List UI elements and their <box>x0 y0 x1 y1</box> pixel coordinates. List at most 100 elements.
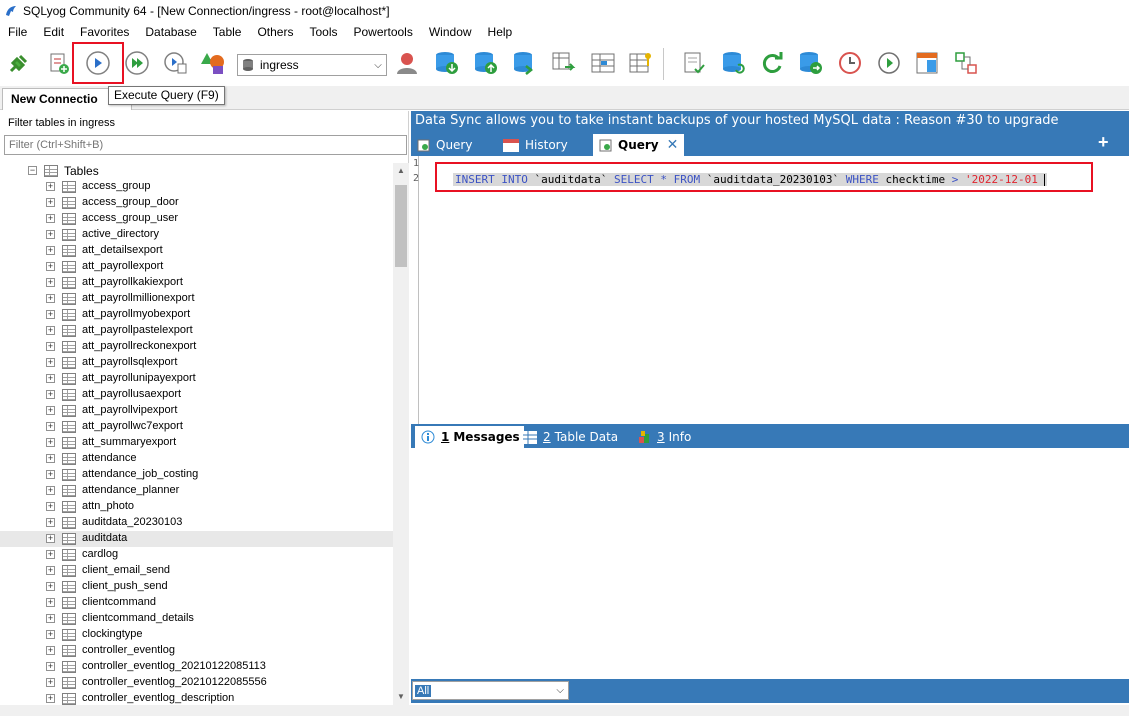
table-row[interactable]: + auditdata <box>0 531 393 547</box>
collapse-icon[interactable]: − <box>28 166 37 175</box>
result-filter-select[interactable]: All ⌵ <box>412 681 569 700</box>
expand-icon[interactable]: + <box>46 486 55 495</box>
menu-tools[interactable]: Tools <box>301 22 345 42</box>
expand-icon[interactable]: + <box>46 182 55 191</box>
expand-icon[interactable]: + <box>46 230 55 239</box>
expand-icon[interactable]: + <box>46 614 55 623</box>
table-row[interactable]: + att_payrollkakiexport <box>0 275 393 291</box>
import-external-button[interactable] <box>549 48 579 78</box>
table-row[interactable]: + att_detailsexport <box>0 243 393 259</box>
table-row[interactable]: + auditdata_20230103 <box>0 515 393 531</box>
menu-database[interactable]: Database <box>137 22 204 42</box>
menu-edit[interactable]: Edit <box>35 22 72 42</box>
expand-icon[interactable]: + <box>46 310 55 319</box>
tab-messages[interactable]: 1 Messages <box>415 426 524 448</box>
filter-tables-input[interactable] <box>4 135 407 155</box>
user-manager-button[interactable] <box>392 48 422 78</box>
new-connection-button[interactable] <box>4 48 34 78</box>
expand-icon[interactable]: + <box>46 358 55 367</box>
expand-icon[interactable]: + <box>46 294 55 303</box>
table-row[interactable]: + controller_eventlog_20210122085556 <box>0 675 393 691</box>
table-row[interactable]: + att_payrollmyobexport <box>0 307 393 323</box>
menu-window[interactable]: Window <box>421 22 480 42</box>
table-row[interactable]: + cardlog <box>0 547 393 563</box>
expand-icon[interactable]: + <box>46 598 55 607</box>
diff-button[interactable] <box>951 48 981 78</box>
table-row[interactable]: + att_payrollsqlexport <box>0 355 393 371</box>
menu-favorites[interactable]: Favorites <box>72 22 137 42</box>
table-row[interactable]: + access_group_user <box>0 211 393 227</box>
refresh-button[interactable] <box>757 48 787 78</box>
tab-query-1[interactable]: Query <box>417 134 472 156</box>
expand-icon[interactable]: + <box>46 198 55 207</box>
expand-icon[interactable]: + <box>46 566 55 575</box>
table-row[interactable]: + attendance_planner <box>0 483 393 499</box>
scroll-thumb[interactable] <box>395 185 407 267</box>
table-row[interactable]: + att_payrollreckonexport <box>0 339 393 355</box>
restore-db-button[interactable] <box>471 48 501 78</box>
table-row[interactable]: + attn_photo <box>0 499 393 515</box>
table-row[interactable]: + att_payrollmillionexport <box>0 291 393 307</box>
table-row[interactable]: + clientcommand <box>0 595 393 611</box>
expand-icon[interactable]: + <box>46 502 55 511</box>
expand-icon[interactable]: + <box>46 662 55 671</box>
table-row[interactable]: + controller_eventlog <box>0 643 393 659</box>
database-select[interactable]: ingress ⌵ <box>237 54 387 76</box>
expand-icon[interactable]: + <box>46 246 55 255</box>
explain-button[interactable] <box>161 48 191 78</box>
expand-icon[interactable]: + <box>46 390 55 399</box>
sync-db-button[interactable] <box>510 48 540 78</box>
table-row[interactable]: + attendance <box>0 451 393 467</box>
schema-designer-button[interactable] <box>198 48 228 78</box>
tab-query-active[interactable]: Query ✕ <box>593 134 685 156</box>
query-editor[interactable]: 1 2 INSERT INTO `auditdata` SELECT * FRO… <box>411 156 1129 424</box>
db-export-button[interactable] <box>796 48 826 78</box>
expand-icon[interactable]: + <box>46 438 55 447</box>
menu-table[interactable]: Table <box>205 22 250 42</box>
new-query-editor-button[interactable] <box>44 48 74 78</box>
scroll-down-arrow[interactable]: ▼ <box>393 689 409 705</box>
table-row[interactable]: + client_push_send <box>0 579 393 595</box>
expand-icon[interactable]: + <box>46 262 55 271</box>
tab-history[interactable]: History <box>503 134 568 156</box>
tree-node-tables[interactable]: − Tables <box>0 163 393 179</box>
job-run-button[interactable] <box>874 48 904 78</box>
expand-icon[interactable]: + <box>46 214 55 223</box>
execute-query-button[interactable] <box>83 48 113 78</box>
table-row[interactable]: + access_group_door <box>0 195 393 211</box>
table-row[interactable]: + controller_eventlog_20210122085113 <box>0 659 393 675</box>
expand-icon[interactable]: + <box>46 278 55 287</box>
table-row[interactable]: + controller_eventlog_description <box>0 691 393 705</box>
expand-icon[interactable]: + <box>46 694 55 703</box>
tree-scrollbar[interactable]: ▲ ▼ <box>393 163 409 705</box>
expand-icon[interactable]: + <box>46 406 55 415</box>
expand-icon[interactable]: + <box>46 678 55 687</box>
scheduled-jobs-button[interactable] <box>626 48 656 78</box>
table-row[interactable]: + att_payrollusaexport <box>0 387 393 403</box>
scheduler-button[interactable] <box>835 48 865 78</box>
tab-info[interactable]: 3 Info <box>639 426 691 448</box>
expand-icon[interactable]: + <box>46 326 55 335</box>
table-row[interactable]: + att_payrollwc7export <box>0 419 393 435</box>
table-row[interactable]: + attendance_job_costing <box>0 467 393 483</box>
add-tab-icon[interactable]: + <box>1098 132 1109 153</box>
close-tab-icon[interactable]: ✕ <box>667 137 679 153</box>
table-row[interactable]: + active_directory <box>0 227 393 243</box>
table-row[interactable]: + att_payrollvipexport <box>0 403 393 419</box>
expand-icon[interactable]: + <box>46 646 55 655</box>
table-row[interactable]: + att_summaryexport <box>0 435 393 451</box>
scroll-up-arrow[interactable]: ▲ <box>393 163 409 179</box>
query-builder-button[interactable] <box>679 48 709 78</box>
table-row[interactable]: + att_payrollpastelexport <box>0 323 393 339</box>
expand-icon[interactable]: + <box>46 630 55 639</box>
table-row[interactable]: + clientcommand_details <box>0 611 393 627</box>
table-row[interactable]: + access_group <box>0 179 393 195</box>
promo-banner[interactable]: Data Sync allows you to take instant bac… <box>411 111 1129 131</box>
table-row[interactable]: + client_email_send <box>0 563 393 579</box>
schema-sync-button[interactable] <box>588 48 618 78</box>
expand-icon[interactable]: + <box>46 470 55 479</box>
expand-icon[interactable]: + <box>46 518 55 527</box>
window-layout-button[interactable] <box>912 48 942 78</box>
backup-db-button[interactable] <box>432 48 462 78</box>
menu-others[interactable]: Others <box>249 22 301 42</box>
